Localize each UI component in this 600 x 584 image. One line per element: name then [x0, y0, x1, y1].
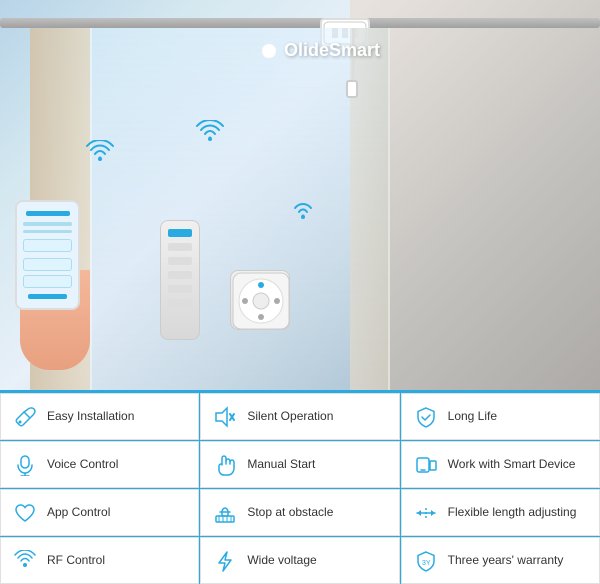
curtain-rail: [0, 18, 600, 28]
bed-decoration: [390, 270, 590, 370]
mic-icon: [11, 451, 39, 479]
adjust-icon: [412, 499, 440, 527]
hero-section: OlideSmart: [0, 0, 600, 390]
wifi-rf-icon: [11, 547, 39, 575]
brand-logo: OlideSmart: [262, 40, 380, 61]
silent-operation-label: Silent Operation: [247, 409, 333, 425]
phone-screen: [17, 202, 78, 308]
stop-obstacle-label: Stop at obstacle: [247, 505, 333, 521]
shield-icon: [412, 403, 440, 431]
wide-voltage-label: Wide voltage: [247, 553, 316, 569]
feature-three-years-warranty: 3Y Three years' warranty: [401, 537, 600, 584]
flexible-length-label: Flexible length adjusting: [448, 505, 577, 521]
feature-flexible-length: Flexible length adjusting: [401, 489, 600, 536]
app-control-label: App Control: [47, 505, 110, 521]
wrench-icon: [11, 403, 39, 431]
wall-panel: [230, 270, 290, 330]
phone-shape: [15, 200, 80, 310]
feature-silent-operation: Silent Operation: [200, 393, 399, 440]
phone-hand: [10, 210, 100, 370]
device-icon: [412, 451, 440, 479]
wifi-icon-3: [290, 200, 316, 226]
feature-work-smart-device: Work with Smart Device: [401, 441, 600, 488]
work-smart-device-label: Work with Smart Device: [448, 457, 576, 473]
feature-app-control: App Control: [0, 489, 199, 536]
brand-circle: [262, 44, 276, 58]
remote-control: [160, 220, 200, 340]
feature-voice-control: Voice Control: [0, 441, 199, 488]
window-light: [90, 28, 390, 390]
voice-control-label: Voice Control: [47, 457, 118, 473]
svg-text:3Y: 3Y: [422, 560, 431, 567]
feature-long-life: Long Life: [401, 393, 600, 440]
heart-app-icon: [11, 499, 39, 527]
manual-start-label: Manual Start: [247, 457, 315, 473]
hand-icon: [211, 451, 239, 479]
features-grid: Easy Installation Silent Operation Long …: [0, 390, 600, 584]
rf-control-label: RF Control: [47, 553, 105, 569]
feature-easy-installation: Easy Installation: [0, 393, 199, 440]
voltage-icon: [211, 547, 239, 575]
wifi-icon-1: [85, 140, 115, 170]
warranty-icon: 3Y: [412, 547, 440, 575]
power-plug: [346, 80, 358, 98]
feature-stop-obstacle: Stop at obstacle: [200, 489, 399, 536]
obstacle-icon: [211, 499, 239, 527]
long-life-label: Long Life: [448, 409, 497, 425]
feature-wide-voltage: Wide voltage: [200, 537, 399, 584]
feature-rf-control: RF Control: [0, 537, 199, 584]
three-years-warranty-label: Three years' warranty: [448, 553, 564, 569]
feature-manual-start: Manual Start: [200, 441, 399, 488]
easy-installation-label: Easy Installation: [47, 409, 134, 425]
sound-off-icon: [211, 403, 239, 431]
wifi-icon-2: [195, 120, 225, 150]
